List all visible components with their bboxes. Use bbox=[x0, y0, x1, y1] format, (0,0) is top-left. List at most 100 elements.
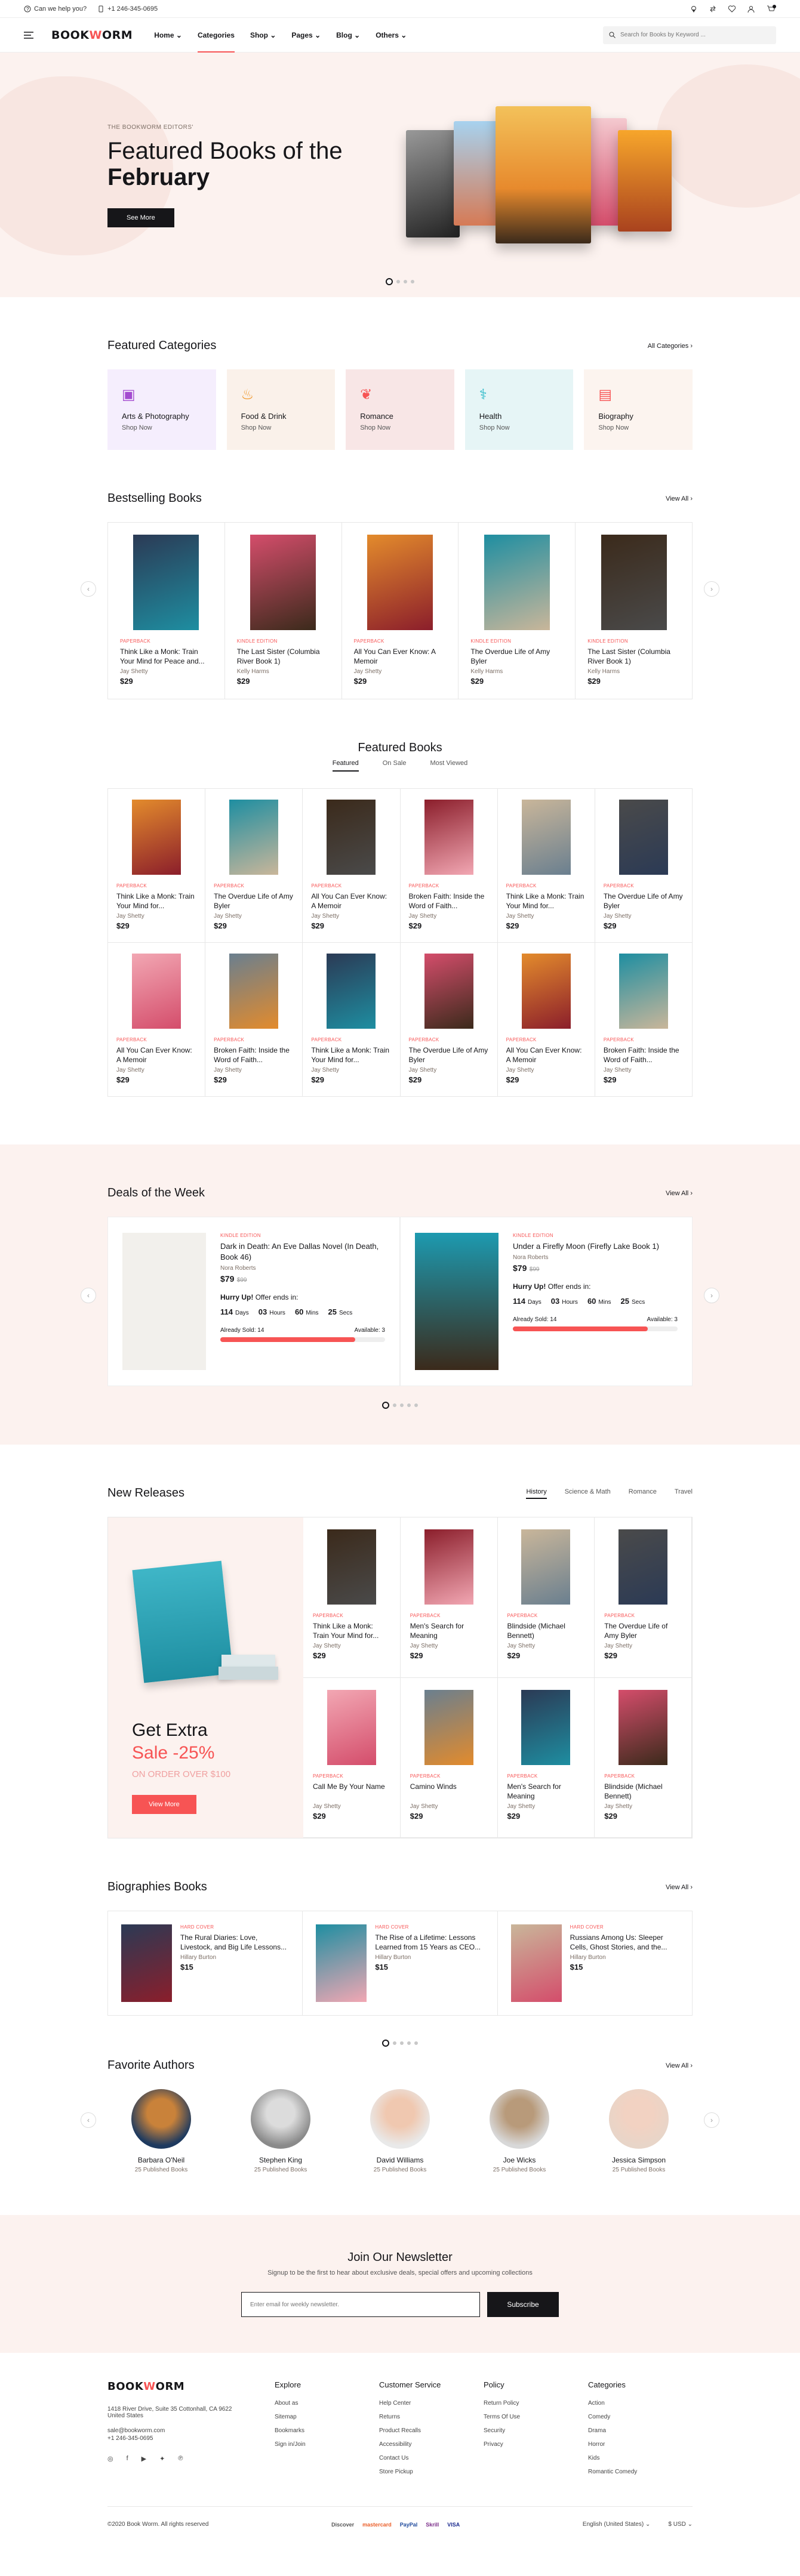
book-author[interactable]: Jay Shetty bbox=[410, 1803, 488, 1810]
menu-icon[interactable] bbox=[24, 31, 33, 39]
carousel-dot[interactable] bbox=[400, 1403, 404, 1407]
next-arrow-icon[interactable]: › bbox=[704, 2112, 719, 2128]
book-card[interactable]: PAPERBACK Blindside (Michael Bennett) Jay … bbox=[497, 1517, 595, 1678]
book-title[interactable]: Think Like a Monk: Train Your Mind for..… bbox=[506, 891, 586, 911]
book-card[interactable]: PAPERBACK All You Can Ever Know: A Memoir… bbox=[342, 523, 459, 699]
book-card[interactable]: PAPERBACK Men's Search for Meaning Jay She… bbox=[400, 1517, 498, 1678]
book-card[interactable]: PAPERBACK All You Can Ever Know: A Memoir… bbox=[108, 943, 206, 1097]
view-all-link[interactable]: View All › bbox=[666, 1190, 693, 1197]
footer-link[interactable]: Sitemap bbox=[275, 2414, 379, 2420]
book-card[interactable]: PAPERBACK Broken Faith: Inside the Word o… bbox=[400, 789, 498, 943]
book-author[interactable]: Hillary Burton bbox=[570, 1954, 679, 1961]
footer-link[interactable]: Romantic Comedy bbox=[588, 2469, 693, 2475]
book-author[interactable]: Jay Shetty bbox=[604, 1643, 682, 1649]
book-title[interactable]: Men's Search for Meaning bbox=[507, 1782, 585, 1801]
footer-link[interactable]: Bookmarks bbox=[275, 2427, 379, 2434]
avatar[interactable] bbox=[609, 2089, 669, 2149]
book-cover[interactable] bbox=[619, 800, 668, 875]
carousel-dot[interactable] bbox=[393, 2041, 396, 2045]
shop-now-link[interactable]: Shop Now bbox=[360, 424, 440, 431]
avatar[interactable] bbox=[490, 2089, 549, 2149]
footer-phone[interactable]: +1 246-345-0695 bbox=[107, 2435, 275, 2442]
heart-icon[interactable] bbox=[728, 5, 736, 13]
category-card[interactable]: ♨ Food & Drink Shop Now bbox=[226, 369, 336, 450]
prev-arrow-icon[interactable]: ‹ bbox=[81, 2112, 96, 2128]
book-author[interactable]: Jay Shetty bbox=[120, 668, 213, 675]
nav-others[interactable]: Others ⌄ bbox=[376, 18, 407, 53]
carousel-dot[interactable] bbox=[404, 280, 407, 283]
book-author[interactable]: Jay Shetty bbox=[214, 1067, 294, 1073]
book-title[interactable]: Russians Among Us: Sleeper Cells, Ghost … bbox=[570, 1933, 679, 1952]
book-title[interactable]: All You Can Ever Know: A Memoir bbox=[116, 1045, 196, 1065]
view-all-link[interactable]: View All › bbox=[666, 2062, 693, 2069]
tab-featured[interactable]: Featured bbox=[332, 760, 359, 772]
footer-link[interactable]: Accessibility bbox=[379, 2441, 484, 2448]
book-card[interactable]: PAPERBACK All You Can Ever Know: A Memoir… bbox=[303, 789, 401, 943]
book-cover[interactable] bbox=[327, 1689, 376, 1765]
book-title[interactable]: All You Can Ever Know: A Memoir bbox=[506, 1045, 586, 1065]
book-card[interactable]: PAPERBACK Call Me By Your Name Jay Shetty $… bbox=[303, 1677, 401, 1838]
book-cover[interactable] bbox=[133, 535, 199, 630]
book-author[interactable]: Jay Shetty bbox=[507, 1643, 585, 1649]
footer-link[interactable]: Sign in/Join bbox=[275, 2441, 379, 2448]
book-title[interactable]: The Overdue Life of Amy Byler bbox=[604, 1621, 682, 1640]
instagram-icon[interactable]: ◎ bbox=[107, 2455, 113, 2463]
footer-link[interactable]: Help Center bbox=[379, 2400, 484, 2407]
bio-card[interactable]: HARD COVER The Rise of a Lifetime: Lesson… bbox=[303, 1911, 498, 2015]
bio-card[interactable]: HARD COVER The Rural Diaries: Love, Lives… bbox=[108, 1911, 303, 2015]
book-cover[interactable] bbox=[510, 1924, 562, 2002]
footer-link[interactable]: Terms Of Use bbox=[484, 2414, 588, 2420]
book-card[interactable]: PAPERBACK Broken Faith: Inside the Word o… bbox=[205, 943, 303, 1097]
nav-pages[interactable]: Pages ⌄ bbox=[291, 18, 321, 53]
book-title[interactable]: The Rise of a Lifetime: Lessons Learned … bbox=[375, 1933, 484, 1952]
cart-icon[interactable] bbox=[767, 4, 776, 13]
author-name[interactable]: Joe Wicks bbox=[478, 2156, 561, 2164]
tab-travel[interactable]: Travel bbox=[675, 1488, 693, 1499]
user-icon[interactable] bbox=[747, 5, 755, 13]
nav-categories[interactable]: Categories bbox=[197, 18, 235, 53]
twitter-icon[interactable]: ✦ bbox=[159, 2455, 165, 2463]
book-author[interactable]: Hillary Burton bbox=[375, 1954, 484, 1961]
carousel-dot[interactable] bbox=[382, 1402, 389, 1409]
category-card[interactable]: ▤ Biography Shop Now bbox=[584, 369, 693, 450]
book-author[interactable]: Jay Shetty bbox=[311, 1067, 391, 1073]
author-card[interactable]: Barbara O'Neil 25 Published Books bbox=[119, 2089, 203, 2173]
deal-card[interactable]: KINDLE EDITION Under a Firefly Moon (Fire… bbox=[400, 1217, 693, 1386]
book-card[interactable]: PAPERBACK All You Can Ever Know: A Memoir… bbox=[497, 943, 595, 1097]
bio-card[interactable]: HARD COVER Russians Among Us: Sleeper Cel… bbox=[498, 1911, 692, 2015]
book-cover[interactable] bbox=[250, 535, 316, 630]
book-title[interactable]: Think Like a Monk: Train Your Mind for..… bbox=[116, 891, 196, 911]
book-cover[interactable] bbox=[521, 954, 571, 1029]
footer-link[interactable]: Kids bbox=[588, 2455, 693, 2461]
all-categories-link[interactable]: All Categories › bbox=[648, 343, 693, 350]
carousel-dot[interactable] bbox=[407, 1403, 411, 1407]
avatar[interactable] bbox=[370, 2089, 430, 2149]
footer-link[interactable]: Store Pickup bbox=[379, 2469, 484, 2475]
book-cover[interactable] bbox=[316, 1924, 367, 2002]
book-title[interactable]: The Overdue Life of Amy Byler bbox=[214, 891, 294, 911]
phone-link[interactable]: +1 246-345-0695 bbox=[97, 5, 158, 13]
tab-on-sale[interactable]: On Sale bbox=[383, 760, 407, 772]
book-author[interactable]: Jay Shetty bbox=[313, 1643, 390, 1649]
book-author[interactable]: Jay Shetty bbox=[116, 1067, 196, 1073]
footer-link[interactable]: Drama bbox=[588, 2427, 693, 2434]
avatar[interactable] bbox=[251, 2089, 310, 2149]
book-cover[interactable] bbox=[619, 954, 668, 1029]
book-title[interactable]: Broken Faith: Inside the Word of Faith..… bbox=[214, 1045, 294, 1065]
book-author[interactable]: Jay Shetty bbox=[507, 1803, 585, 1810]
book-card[interactable]: PAPERBACK Think Like a Monk: Train Your M… bbox=[108, 523, 225, 699]
book-cover[interactable] bbox=[619, 1689, 668, 1765]
book-title[interactable]: Think Like a Monk: Train Your Mind for..… bbox=[311, 1045, 391, 1065]
book-title[interactable]: The Overdue Life of Amy Byler bbox=[409, 1045, 489, 1065]
book-card[interactable]: PAPERBACK The Overdue Life of Amy Byler Ja… bbox=[400, 943, 498, 1097]
tab-romance[interactable]: Romance bbox=[629, 1488, 657, 1499]
shop-now-link[interactable]: Shop Now bbox=[598, 424, 678, 431]
book-cover[interactable] bbox=[367, 535, 433, 630]
book-card[interactable]: PAPERBACK Think Like a Monk: Train Your M… bbox=[303, 1517, 401, 1678]
book-title[interactable]: Think Like a Monk: Train Your Mind for P… bbox=[120, 647, 213, 666]
author-name[interactable]: Jessica Simpson bbox=[597, 2156, 681, 2164]
book-cover[interactable] bbox=[132, 954, 181, 1029]
book-cover[interactable] bbox=[229, 800, 279, 875]
view-more-button[interactable]: View More bbox=[132, 1795, 196, 1814]
subscribe-button[interactable]: Subscribe bbox=[487, 2292, 559, 2317]
